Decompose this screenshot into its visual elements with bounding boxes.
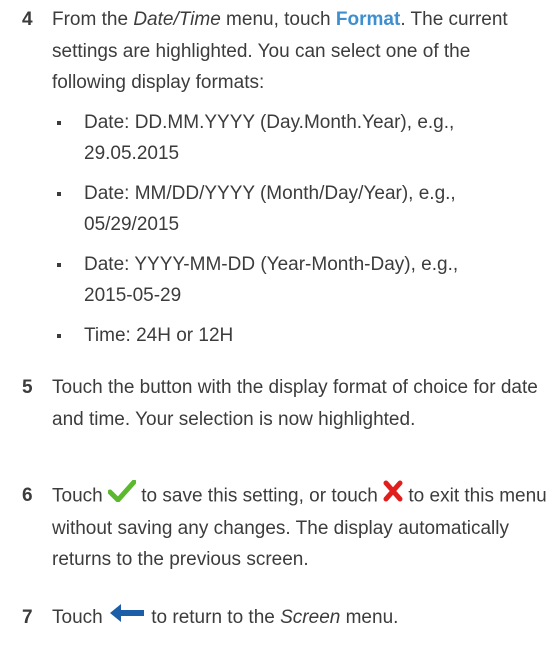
- step-number: 5: [22, 377, 33, 398]
- step-body: Touch to return to the Screen menu.: [52, 602, 549, 634]
- step-text: From the Date/Time menu, touch Format. T…: [52, 4, 549, 99]
- text-segment: menu.: [340, 607, 399, 628]
- menu-name: Screen: [280, 607, 341, 628]
- format-button-label: Format: [335, 9, 401, 30]
- step-body: From the Date/Time menu, touch Format. T…: [52, 4, 549, 351]
- text-segment: Touch: [52, 607, 108, 628]
- option-line: Date: YYYY-MM-DD (Year-Month-Day), e.g.,: [84, 253, 459, 275]
- instruction-page: 4 From the Date/Time menu, touch Format.…: [0, 0, 557, 654]
- text-segment: From the: [52, 9, 134, 30]
- list-item: Date: DD.MM.YYYY (Day.Month.Year), e.g.,…: [52, 107, 549, 170]
- step-text: Touch the button with the display format…: [52, 377, 538, 430]
- option-line: Date: MM/DD/YYYY (Month/Day/Year), e.g.,: [84, 182, 456, 204]
- step-text: Touch to save this setting, or touch to …: [52, 479, 549, 576]
- option-example: 29.05.2015: [84, 143, 180, 164]
- step-body: Touch to save this setting, or touch to …: [52, 479, 549, 576]
- step-number: 6: [22, 485, 33, 506]
- text-segment: menu, touch: [220, 9, 336, 30]
- option-example: 05/29/2015: [84, 214, 180, 235]
- checkmark-icon: [107, 479, 137, 513]
- menu-name: Date/Time: [133, 9, 221, 30]
- list-item: Date: YYYY-MM-DD (Year-Month-Day), e.g.,…: [52, 249, 549, 312]
- cross-icon: [383, 480, 403, 513]
- bullet-icon: [57, 120, 61, 125]
- step-body: Touch the button with the display format…: [52, 372, 549, 435]
- back-arrow-icon: [108, 602, 146, 634]
- option-example: 2015-05-29: [84, 285, 182, 306]
- step-number: 4: [22, 9, 33, 30]
- text-segment: to return to the: [145, 607, 281, 628]
- text-segment: to save this setting, or touch: [135, 485, 384, 507]
- text-segment: Touch: [52, 485, 108, 507]
- bullet-icon: [57, 262, 61, 267]
- list-item: Date: MM/DD/YYYY (Month/Day/Year), e.g.,…: [52, 178, 549, 241]
- step-number: 7: [22, 607, 33, 628]
- bullet-icon: [57, 333, 61, 338]
- format-options-list: Date: DD.MM.YYYY (Day.Month.Year), e.g.,…: [52, 107, 549, 352]
- list-item: Time: 24H or 12H: [52, 320, 549, 352]
- option-line: Time: 24H or 12H: [84, 324, 234, 346]
- option-line: Date: DD.MM.YYYY (Day.Month.Year), e.g.,: [84, 111, 455, 133]
- step-text: Touch to return to the Screen menu.: [52, 602, 549, 634]
- bullet-icon: [57, 191, 61, 196]
